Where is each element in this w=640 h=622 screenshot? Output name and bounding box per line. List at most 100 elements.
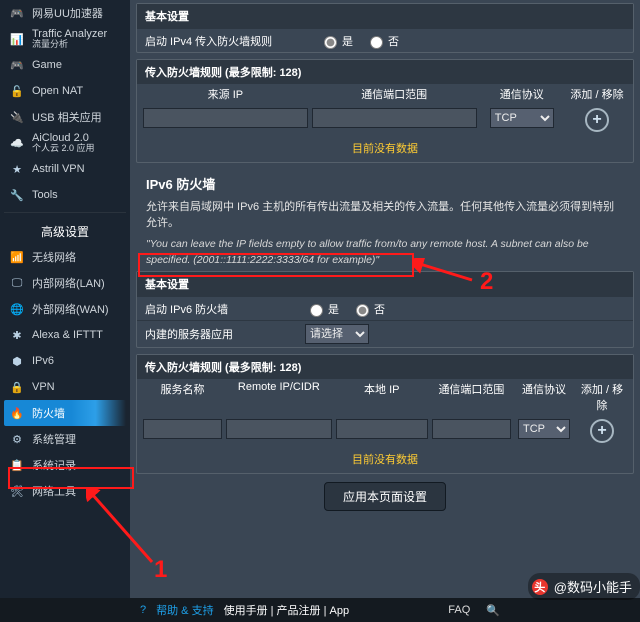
ipv4-src-input[interactable]	[143, 108, 308, 128]
sidebar-label: USB 相关应用	[32, 109, 102, 125]
col-local: 本地 IP	[336, 381, 428, 413]
ipv6-note: "You can leave the IP fields empty to al…	[146, 238, 589, 267]
footer: ? 帮助 & 支持 使用手册 | 产品注册 | App FAQ 🔍	[0, 598, 640, 622]
ipv6-builtin-select[interactable]: 请选择	[305, 324, 369, 344]
ipv6-builtin-label: 内建的服务器应用	[145, 326, 305, 342]
sidebar-item[interactable]: 🎮 Game	[4, 52, 126, 78]
sidebar-icon: 🔧	[8, 186, 26, 204]
ipv6-svc-input[interactable]	[143, 419, 222, 439]
sidebar-label: Open NAT	[32, 85, 83, 97]
sidebar-icon: ★	[8, 160, 26, 178]
faq-link[interactable]: FAQ	[448, 604, 470, 616]
sidebar-icon: ⬢	[8, 352, 26, 370]
col-remote: Remote IP/CIDR	[226, 381, 331, 413]
sidebar-item[interactable]: ★ Astrill VPN	[4, 156, 126, 182]
sidebar-item[interactable]: 🔓 Open NAT	[4, 78, 126, 104]
sidebar-item[interactable]: 🖵 内部网络(LAN)	[4, 270, 126, 296]
ipv6-title: IPv6 防火墙	[146, 175, 624, 195]
ipv6-desc: IPv6 防火墙 允许来自局域网中 IPv6 主机的所有传出流量及相关的传入流量…	[136, 169, 634, 271]
ipv4-proto-select[interactable]: TCP	[490, 108, 554, 128]
sidebar-label: 防火墙	[32, 405, 65, 421]
ipv6-enable-radio[interactable]: 是 否	[305, 301, 385, 317]
col-add: 添加 / 移除	[577, 381, 627, 413]
sidebar-item[interactable]: ⚙系统管理	[4, 426, 126, 452]
apply-button[interactable]: 应用本页面设置	[324, 482, 446, 511]
sidebar-item[interactable]: 📋系统记录	[4, 452, 126, 478]
ipv6-local-input[interactable]	[336, 419, 428, 439]
ipv6-enable-label: 启动 IPv6 防火墙	[145, 301, 305, 317]
sidebar-item[interactable]: 🔌 USB 相关应用	[4, 104, 126, 130]
sidebar-icon: 🎮	[8, 56, 26, 74]
sidebar-label: 无线网络	[32, 249, 76, 265]
ipv6-basic-panel: 基本设置 启动 IPv6 防火墙 是 否 内建的服务器应用 请选择	[136, 271, 634, 348]
ipv6-desc-text: 允许来自局域网中 IPv6 主机的所有传出流量及相关的传入流量。任何其他传入流量…	[146, 199, 624, 232]
footer-links[interactable]: 使用手册 | 产品注册 | App	[224, 602, 350, 618]
ipv4-basic-title: 基本设置	[137, 4, 633, 28]
sidebar-label: 系统记录	[32, 457, 76, 473]
col-source-ip: 来源 IP	[143, 86, 308, 102]
sidebar-icon: ✱	[8, 326, 26, 344]
sidebar-label: 内部网络(LAN)	[32, 275, 105, 291]
ipv4-basic-panel: 基本设置 启动 IPv4 传入防火墙规则 是 否	[136, 3, 634, 53]
sidebar-label: 外部网络(WAN)	[32, 301, 109, 317]
ipv4-enable-radio[interactable]: 是 否	[319, 33, 399, 49]
help-link[interactable]: 帮助 & 支持	[156, 602, 213, 618]
sidebar-item[interactable]: 🌐 外部网络(WAN)	[4, 296, 126, 322]
sidebar-icon: 🖵	[8, 274, 26, 292]
sidebar-item[interactable]: 🔒VPN	[4, 374, 126, 400]
sidebar-label: 网易UU加速器	[32, 5, 103, 21]
sidebar-icon: 🔥	[8, 404, 26, 422]
sidebar-item[interactable]: 📶 无线网络	[4, 244, 126, 270]
sidebar-item[interactable]: ☁️ AiCloud 2.0个人云 2.0 应用	[4, 130, 126, 156]
sidebar-label: Tools	[32, 189, 58, 201]
sidebar-label: IPv6	[32, 355, 54, 367]
sidebar-item[interactable]: 🛠 网络工具	[4, 478, 126, 504]
sidebar-item[interactable]: 📊 Traffic Analyzer流量分析	[4, 26, 126, 52]
col-add-remove: 添加 / 移除	[567, 86, 627, 102]
sidebar-icon: 🔌	[8, 108, 26, 126]
ipv4-rules-panel: 传入防火墙规则 (最多限制: 128) 来源 IP 通信端口范围 通信协议 添加…	[136, 59, 634, 163]
ipv6-rules-panel: 传入防火墙规则 (最多限制: 128) 服务名称 Remote IP/CIDR …	[136, 354, 634, 474]
sidebar-icon: 📶	[8, 248, 26, 266]
ipv4-rules-title: 传入防火墙规则 (最多限制: 128)	[137, 60, 633, 84]
sidebar-item[interactable]: 🔥 防火墙	[4, 400, 126, 426]
sidebar-label: Alexa & IFTTT	[32, 329, 103, 341]
ipv6-proto-select[interactable]: TCP	[518, 419, 570, 439]
sidebar: 🎮 网易UU加速器 📊 Traffic Analyzer流量分析 🎮 Game 🔓 Open …	[0, 0, 130, 600]
col-port-range: 通信端口范围	[312, 86, 477, 102]
search-icon[interactable]: 🔍	[486, 604, 500, 617]
sidebar-item[interactable]: ⬢ IPv6	[4, 348, 126, 374]
col-proto: 通信协议	[515, 381, 573, 413]
sidebar-item[interactable]: 🔧 Tools	[4, 182, 126, 208]
ipv6-remote-input[interactable]	[226, 419, 331, 439]
sidebar-label: VPN	[32, 381, 55, 393]
sidebar-icon: 🛠	[8, 482, 26, 500]
sidebar-label: Astrill VPN	[32, 163, 85, 175]
watermark: 头 @数码小能手	[528, 573, 640, 600]
ipv6-nodata: 目前没有数据	[137, 449, 633, 473]
sidebar-label: Traffic Analyzer流量分析	[32, 29, 107, 49]
sidebar-icon: 🌐	[8, 300, 26, 318]
watermark-text: @数码小能手	[554, 577, 632, 596]
help-icon: ?	[140, 604, 146, 616]
sidebar-item[interactable]: ✱ Alexa & IFTTT	[4, 322, 126, 348]
ipv4-enable-label: 启动 IPv4 传入防火墙规则	[145, 33, 305, 49]
sidebar-item[interactable]: 🎮 网易UU加速器	[4, 0, 126, 26]
ipv4-port-input[interactable]	[312, 108, 477, 128]
watermark-logo-icon: 头	[532, 579, 548, 595]
col-service: 服务名称	[143, 381, 222, 413]
sidebar-icon: 🔓	[8, 82, 26, 100]
sidebar-icon: 📊	[8, 30, 26, 48]
sidebar-icon: ☁️	[8, 134, 26, 152]
sidebar-icon: 🎮	[8, 4, 26, 22]
ipv6-port-input[interactable]	[432, 419, 511, 439]
sidebar-label: AiCloud 2.0个人云 2.0 应用	[32, 133, 95, 153]
ipv4-nodata: 目前没有数据	[137, 138, 633, 162]
col-port: 通信端口范围	[432, 381, 511, 413]
sidebar-label: Game	[32, 59, 62, 71]
ipv6-rules-title: 传入防火墙规则 (最多限制: 128)	[137, 355, 633, 379]
main-content: 基本设置 启动 IPv4 传入防火墙规则 是 否 传入防火墙规则 (最多限制: …	[130, 0, 640, 600]
sidebar-label: 网络工具	[32, 483, 76, 499]
ipv4-add-button[interactable]: +	[585, 108, 609, 132]
ipv6-add-button[interactable]: +	[590, 419, 614, 443]
